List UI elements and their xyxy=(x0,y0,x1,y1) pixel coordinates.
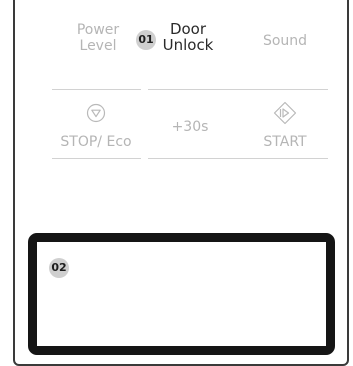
door-unlock-label-line1: Door xyxy=(169,20,207,38)
sound-label: Sound xyxy=(262,33,308,49)
power-level-label-line1: Power xyxy=(76,22,120,38)
stop-eco-label: STOP/ Eco xyxy=(60,134,132,150)
separator-row2-right xyxy=(148,158,328,159)
start-button[interactable]: START xyxy=(250,134,320,150)
down-triangle-circle-icon xyxy=(86,103,106,123)
door-unlock-label-line2: Unlock xyxy=(162,36,214,54)
start-label: START xyxy=(263,134,307,150)
separator-row1-right xyxy=(148,89,328,90)
power-level-button[interactable]: Power Level xyxy=(68,22,128,54)
plus-30s-button[interactable]: +30s xyxy=(155,119,225,135)
separator-row2-left xyxy=(52,158,141,159)
sound-button[interactable]: Sound xyxy=(248,33,322,49)
callout-badge-01: 01 xyxy=(136,30,156,50)
stop-eco-button[interactable]: STOP/ Eco xyxy=(48,134,144,150)
diamond-start-icon xyxy=(273,101,297,125)
callout-badge-02: 02 xyxy=(49,258,69,278)
door-unlock-button[interactable]: Door Unlock xyxy=(156,21,220,53)
plus-30s-label: +30s xyxy=(171,119,209,135)
separator-row1-left xyxy=(52,89,141,90)
power-level-label-line2: Level xyxy=(79,38,117,54)
highlighted-display-area xyxy=(28,233,335,355)
